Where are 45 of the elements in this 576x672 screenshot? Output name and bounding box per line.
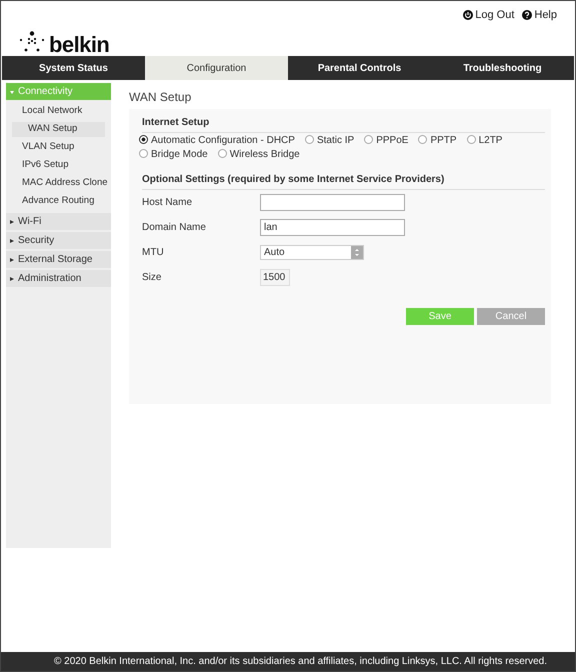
sidebar-item[interactable]: Security <box>6 232 111 249</box>
section-heading: Internet Setup <box>142 115 545 133</box>
sidebar-subitem[interactable]: WAN Setup <box>12 122 105 137</box>
sidebar-subitem[interactable]: MAC Address Clone <box>6 176 111 191</box>
caret-right-icon <box>10 276 14 280</box>
nav-tab[interactable]: Parental Controls <box>288 56 431 80</box>
field-label: Domain Name <box>142 221 207 235</box>
sidebar-item[interactable]: Wi-Fi <box>6 213 111 230</box>
nav-tab[interactable]: System Status <box>2 56 145 80</box>
connection-type-radio[interactable]: PPPoE <box>364 134 408 148</box>
section-heading: Optional Settings (required by some Internet Service Providers) <box>142 172 545 190</box>
logo-icon <box>19 30 45 52</box>
connection-type-radio[interactable]: Static IP <box>304 134 354 148</box>
mtu-dropdown[interactable]: Auto <box>260 245 364 260</box>
sidebar-subitem[interactable]: Advance Routing <box>6 194 111 209</box>
brand-logo: belkin <box>49 31 110 59</box>
field-label: Host Name <box>142 196 194 210</box>
spinner-arrows-icon <box>351 246 363 259</box>
connection-type-radio[interactable]: Bridge Mode <box>139 148 208 162</box>
size-field[interactable]: 1500 <box>260 269 290 286</box>
caret-down-icon <box>10 90 14 94</box>
footer-bar: © 2020 Belkin International, Inc. and/or its subsidiaries and affiliates, including Linksys, LLC. All rights reserved. <box>1 652 575 671</box>
caret-right-icon <box>10 238 14 242</box>
nav-tab[interactable]: Troubleshooting <box>431 56 574 80</box>
caret-right-icon <box>10 220 14 224</box>
power-icon <box>463 10 474 20</box>
nav-tab[interactable]: Configuration <box>145 56 288 80</box>
sidebar-item[interactable]: Administration <box>6 270 111 287</box>
sidebar-item[interactable]: External Storage <box>6 251 111 268</box>
help-link[interactable]: Help <box>522 7 557 24</box>
sidebar-subitem[interactable]: Local Network <box>6 104 111 119</box>
connection-type-radio[interactable]: L2TP <box>466 134 502 148</box>
connection-type-radio[interactable]: Wireless Bridge <box>218 148 300 162</box>
sidebar-subitem[interactable]: IPv6 Setup <box>6 158 111 173</box>
caret-right-icon <box>10 258 14 262</box>
connection-type-radio[interactable]: Automatic Configuration - DHCP <box>139 134 295 148</box>
connection-type-radio[interactable]: PPTP <box>418 134 457 148</box>
sidebar-subitem[interactable]: VLAN Setup <box>6 140 111 155</box>
text-field[interactable]: lan <box>260 219 405 236</box>
help-icon <box>522 10 532 20</box>
text-field[interactable] <box>260 194 405 211</box>
field-label: Size <box>142 271 162 285</box>
logout-link[interactable]: Log Out <box>463 7 514 24</box>
page-title: WAN Setup <box>129 89 192 106</box>
field-label: MTU <box>142 246 165 260</box>
